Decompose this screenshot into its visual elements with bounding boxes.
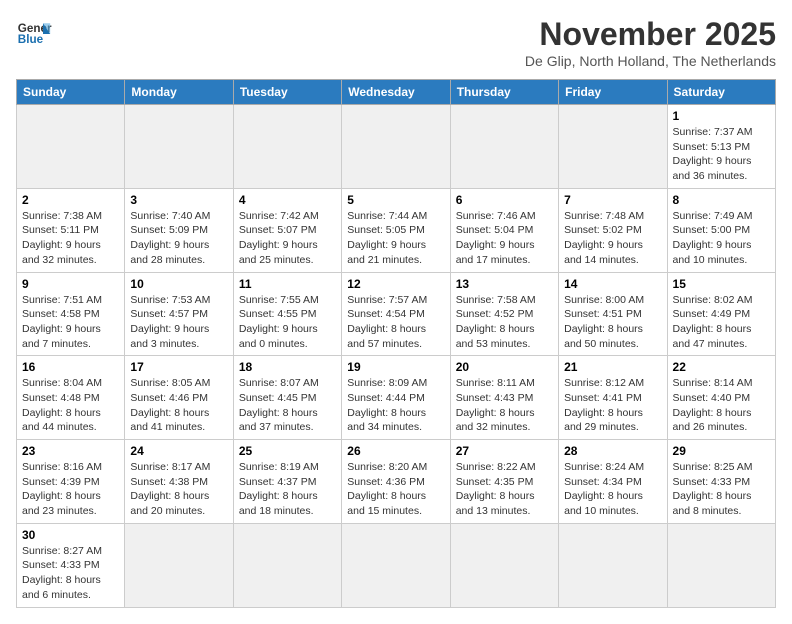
day-12: 12 Sunrise: 7:57 AM Sunset: 4:54 PM Dayl… [342, 272, 450, 356]
empty-cell [233, 105, 341, 189]
month-title: November 2025 [525, 16, 776, 53]
day-30: 30 Sunrise: 8:27 AM Sunset: 4:33 PM Dayl… [17, 523, 125, 607]
week-row-1: 1 Sunrise: 7:37 AM Sunset: 5:13 PM Dayli… [17, 105, 776, 189]
day-1-info: Sunrise: 7:37 AM Sunset: 5:13 PM Dayligh… [673, 126, 753, 182]
empty-cell [342, 523, 450, 607]
week-row-5: 23 Sunrise: 8:16 AM Sunset: 4:39 PM Dayl… [17, 440, 776, 524]
day-23: 23 Sunrise: 8:16 AM Sunset: 4:39 PM Dayl… [17, 440, 125, 524]
empty-cell [667, 523, 775, 607]
day-7: 7 Sunrise: 7:48 AM Sunset: 5:02 PM Dayli… [559, 188, 667, 272]
day-1: 1 Sunrise: 7:37 AM Sunset: 5:13 PM Dayli… [667, 105, 775, 189]
logo: General Blue [16, 16, 52, 52]
day-21: 21 Sunrise: 8:12 AM Sunset: 4:41 PM Dayl… [559, 356, 667, 440]
day-11: 11 Sunrise: 7:55 AM Sunset: 4:55 PM Dayl… [233, 272, 341, 356]
day-17: 17 Sunrise: 8:05 AM Sunset: 4:46 PM Dayl… [125, 356, 233, 440]
header-friday: Friday [559, 80, 667, 105]
day-4: 4 Sunrise: 7:42 AM Sunset: 5:07 PM Dayli… [233, 188, 341, 272]
weekday-header-row: Sunday Monday Tuesday Wednesday Thursday… [17, 80, 776, 105]
day-3: 3 Sunrise: 7:40 AM Sunset: 5:09 PM Dayli… [125, 188, 233, 272]
header-saturday: Saturday [667, 80, 775, 105]
empty-cell [342, 105, 450, 189]
day-29: 29 Sunrise: 8:25 AM Sunset: 4:33 PM Dayl… [667, 440, 775, 524]
header-tuesday: Tuesday [233, 80, 341, 105]
empty-cell [559, 105, 667, 189]
calendar-table: Sunday Monday Tuesday Wednesday Thursday… [16, 79, 776, 608]
location: De Glip, North Holland, The Netherlands [525, 53, 776, 69]
day-24: 24 Sunrise: 8:17 AM Sunset: 4:38 PM Dayl… [125, 440, 233, 524]
day-20: 20 Sunrise: 8:11 AM Sunset: 4:43 PM Dayl… [450, 356, 558, 440]
svg-text:Blue: Blue [18, 33, 44, 46]
header-thursday: Thursday [450, 80, 558, 105]
day-19: 19 Sunrise: 8:09 AM Sunset: 4:44 PM Dayl… [342, 356, 450, 440]
day-2: 2 Sunrise: 7:38 AM Sunset: 5:11 PM Dayli… [17, 188, 125, 272]
day-8: 8 Sunrise: 7:49 AM Sunset: 5:00 PM Dayli… [667, 188, 775, 272]
page-header: General Blue November 2025 De Glip, Nort… [16, 16, 776, 69]
title-block: November 2025 De Glip, North Holland, Th… [525, 16, 776, 69]
empty-cell [125, 523, 233, 607]
day-6: 6 Sunrise: 7:46 AM Sunset: 5:04 PM Dayli… [450, 188, 558, 272]
logo-icon: General Blue [16, 16, 52, 52]
day-10: 10 Sunrise: 7:53 AM Sunset: 4:57 PM Dayl… [125, 272, 233, 356]
header-monday: Monday [125, 80, 233, 105]
week-row-6: 30 Sunrise: 8:27 AM Sunset: 4:33 PM Dayl… [17, 523, 776, 607]
day-14: 14 Sunrise: 8:00 AM Sunset: 4:51 PM Dayl… [559, 272, 667, 356]
empty-cell [450, 105, 558, 189]
day-5: 5 Sunrise: 7:44 AM Sunset: 5:05 PM Dayli… [342, 188, 450, 272]
day-18: 18 Sunrise: 8:07 AM Sunset: 4:45 PM Dayl… [233, 356, 341, 440]
day-16: 16 Sunrise: 8:04 AM Sunset: 4:48 PM Dayl… [17, 356, 125, 440]
day-13: 13 Sunrise: 7:58 AM Sunset: 4:52 PM Dayl… [450, 272, 558, 356]
day-22: 22 Sunrise: 8:14 AM Sunset: 4:40 PM Dayl… [667, 356, 775, 440]
day-28: 28 Sunrise: 8:24 AM Sunset: 4:34 PM Dayl… [559, 440, 667, 524]
week-row-2: 2 Sunrise: 7:38 AM Sunset: 5:11 PM Dayli… [17, 188, 776, 272]
header-sunday: Sunday [17, 80, 125, 105]
day-9: 9 Sunrise: 7:51 AM Sunset: 4:58 PM Dayli… [17, 272, 125, 356]
week-row-4: 16 Sunrise: 8:04 AM Sunset: 4:48 PM Dayl… [17, 356, 776, 440]
day-27: 27 Sunrise: 8:22 AM Sunset: 4:35 PM Dayl… [450, 440, 558, 524]
empty-cell [125, 105, 233, 189]
day-25: 25 Sunrise: 8:19 AM Sunset: 4:37 PM Dayl… [233, 440, 341, 524]
empty-cell [233, 523, 341, 607]
header-wednesday: Wednesday [342, 80, 450, 105]
empty-cell [450, 523, 558, 607]
day-26: 26 Sunrise: 8:20 AM Sunset: 4:36 PM Dayl… [342, 440, 450, 524]
empty-cell [559, 523, 667, 607]
week-row-3: 9 Sunrise: 7:51 AM Sunset: 4:58 PM Dayli… [17, 272, 776, 356]
empty-cell [17, 105, 125, 189]
day-15: 15 Sunrise: 8:02 AM Sunset: 4:49 PM Dayl… [667, 272, 775, 356]
